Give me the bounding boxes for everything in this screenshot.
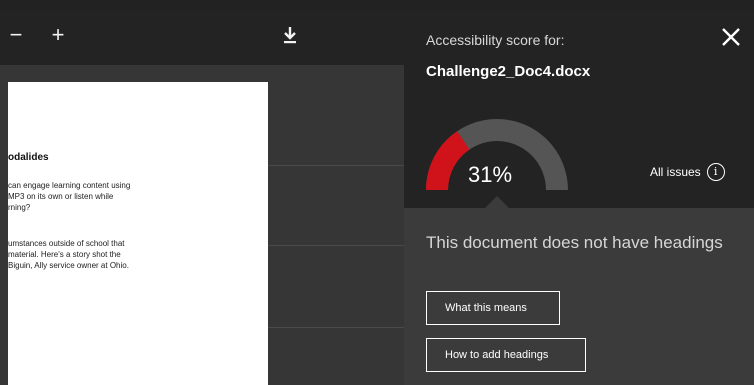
document-paragraph: umstances outside of school that materia… — [8, 239, 129, 270]
accessibility-panel: Accessibility score for: Challenge2_Doc4… — [404, 10, 754, 385]
viewer-divider — [268, 245, 404, 246]
score-label: Accessibility score for: — [426, 32, 565, 48]
card-pointer — [485, 196, 509, 208]
viewer-toolbar: − + — [0, 10, 404, 65]
document-paragraph: can engage learning content using MP3 on… — [8, 181, 131, 212]
app-window: − + odalides can engage learning content… — [0, 0, 754, 385]
file-name: Challenge2_Doc4.docx — [426, 63, 591, 80]
issue-card: This document does not have headings Wha… — [404, 196, 754, 385]
document-heading: odalides — [8, 152, 49, 163]
gauge-fill — [426, 131, 470, 191]
all-issues-label: All issues — [650, 165, 701, 179]
issue-title: This document does not have headings — [426, 233, 723, 252]
score-value: 31% — [468, 162, 513, 187]
info-icon[interactable]: i — [706, 163, 725, 181]
how-to-add-headings-button[interactable]: How to add headings — [426, 338, 586, 372]
close-icon[interactable] — [720, 26, 742, 48]
zoom-out-icon[interactable]: − — [4, 24, 28, 48]
viewer-divider — [268, 327, 404, 328]
viewer-divider — [268, 165, 404, 166]
zoom-in-icon[interactable]: + — [46, 24, 70, 48]
what-this-means-button[interactable]: What this means — [426, 291, 560, 325]
all-issues-link[interactable]: All issues i — [650, 162, 725, 182]
download-icon[interactable] — [278, 26, 302, 50]
document-page[interactable]: odalides can engage learning content usi… — [8, 82, 268, 385]
